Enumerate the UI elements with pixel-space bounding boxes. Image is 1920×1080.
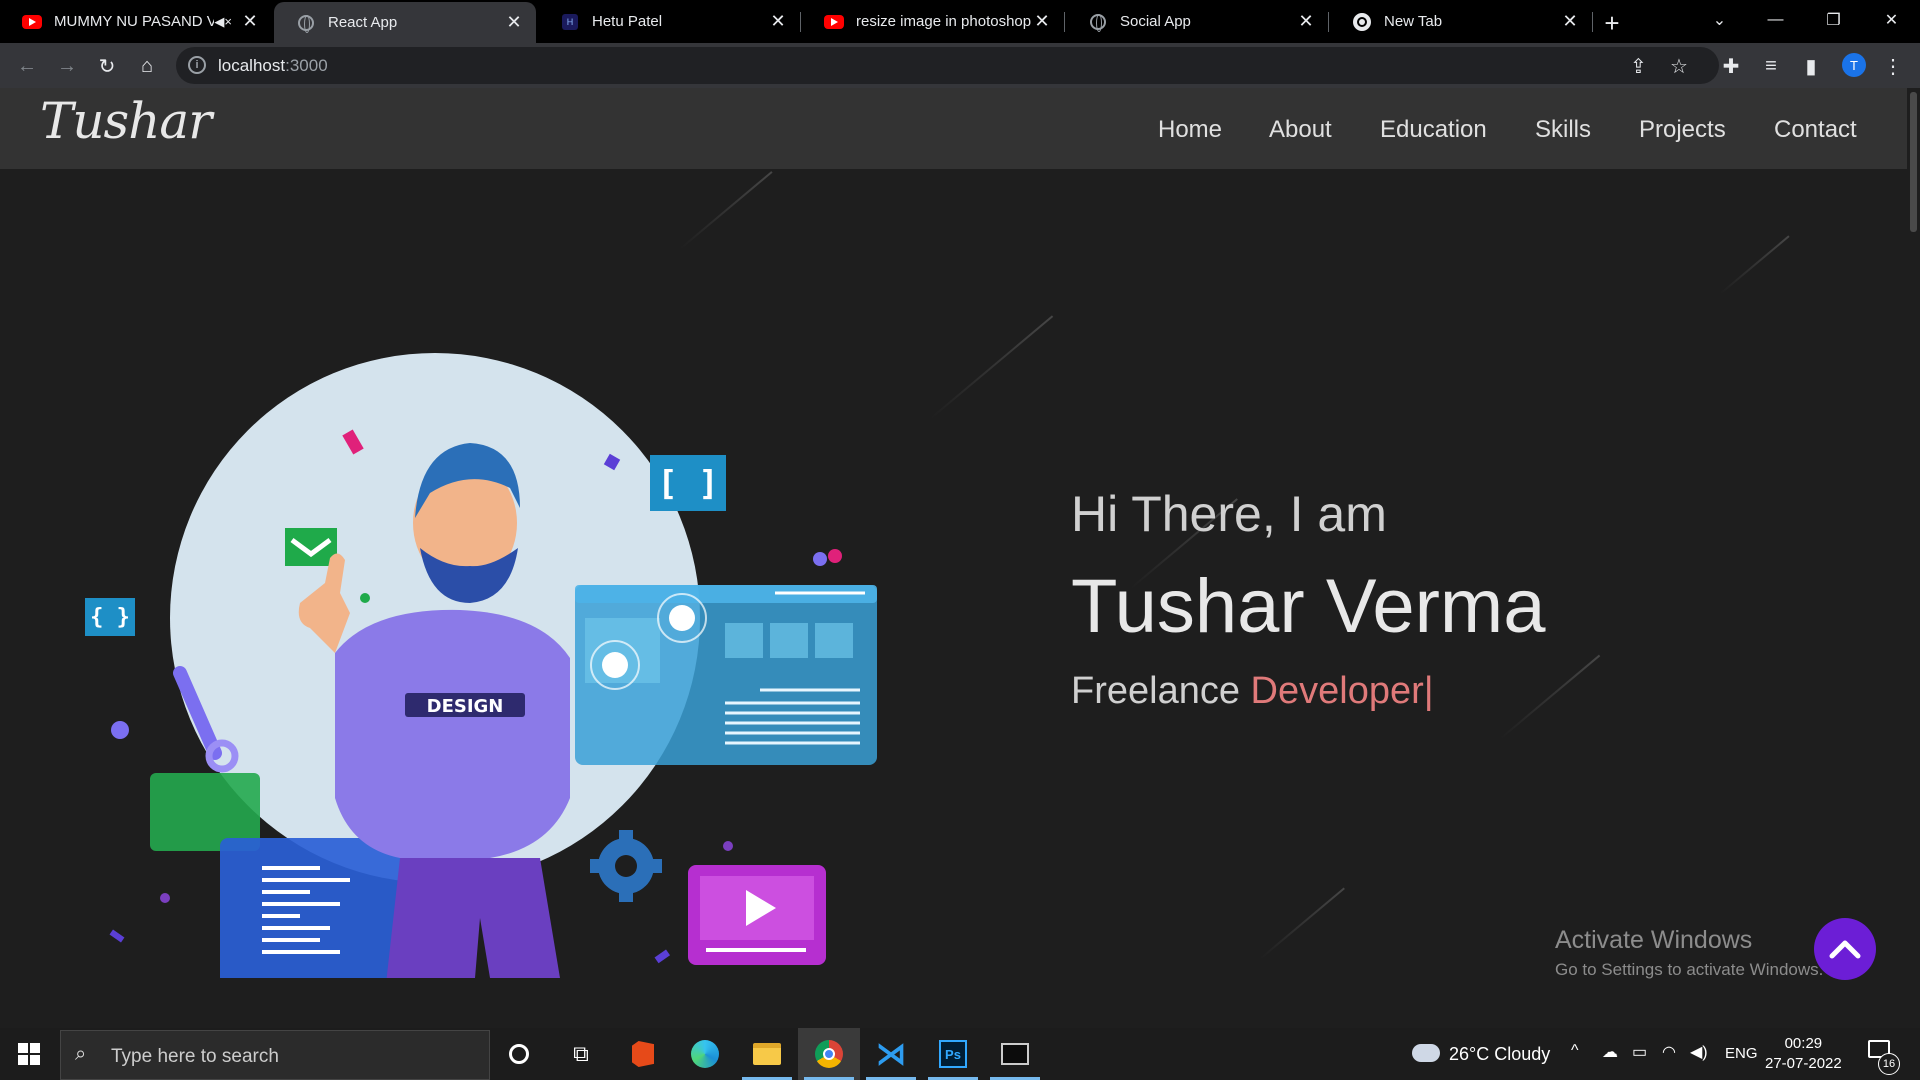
tab-hetu-patel[interactable]: H Hetu Patel ✕ (538, 0, 800, 43)
notification-count-badge: 16 (1878, 1053, 1900, 1075)
weather-cloud-icon[interactable] (1412, 1044, 1440, 1062)
volume-icon[interactable]: ◀) (1690, 1042, 1708, 1062)
svg-text:{ }: { } (90, 605, 130, 630)
system-clock[interactable]: 00:29 27-07-2022 (1765, 1034, 1842, 1074)
clock-date: 27-07-2022 (1765, 1055, 1842, 1072)
profile-avatar[interactable]: T (1842, 53, 1866, 77)
tab-title: MUMMY NU PASAND V (54, 13, 215, 30)
windows-start-button[interactable] (18, 1043, 40, 1065)
nav-about[interactable]: About (1269, 116, 1332, 144)
muted-speaker-icon[interactable]: ◀× (214, 14, 232, 30)
weather-text[interactable]: 26°C Cloudy (1449, 1044, 1550, 1065)
tab-title: React App (328, 14, 398, 31)
wifi-icon[interactable]: ◠ (1662, 1042, 1676, 1062)
home-button[interactable]: ⌂ (132, 51, 162, 81)
close-window-button[interactable]: ✕ (1864, 0, 1919, 40)
svg-text:[ ]: [ ] (657, 464, 718, 504)
youtube-icon (22, 12, 42, 32)
restore-button[interactable]: ❐ (1806, 0, 1861, 40)
back-button[interactable]: ← (12, 51, 42, 81)
hero-greeting: Hi There, I am (1071, 486, 1387, 542)
address-bar[interactable]: i localhost:3000 ⇪ ☆ (176, 47, 1719, 84)
youtube-icon (824, 12, 844, 32)
file-explorer-icon[interactable] (736, 1028, 798, 1080)
side-panel-icon[interactable]: ▮ (1796, 51, 1826, 81)
extensions-icon[interactable]: ✚ (1716, 51, 1746, 81)
new-tab-button[interactable]: + (1598, 8, 1626, 39)
illustration-label: DESIGN (427, 696, 504, 717)
site-info-icon[interactable]: i (188, 56, 206, 74)
activate-windows-subtitle: Go to Settings to activate Windows. (1555, 960, 1824, 979)
tab-title: Hetu Patel (592, 13, 663, 30)
nav-projects[interactable]: Projects (1639, 116, 1726, 144)
tab-strip: MUMMY NU PASAND V ◀× ✕ React App ✕ H Het… (0, 0, 1920, 43)
office-icon[interactable] (612, 1028, 674, 1080)
hero-name: Tushar Verma (1071, 564, 1546, 649)
tab-title: New Tab (1384, 13, 1443, 30)
terminal-icon[interactable] (984, 1028, 1046, 1080)
tab-social-app[interactable]: Social App ✕ (1066, 0, 1328, 43)
show-hidden-icons-chevron-icon[interactable]: ^ (1571, 1042, 1579, 1060)
browser-toolbar: ← → ↻ ⌂ i localhost:3000 ⇪ ☆ ✚ ≡ ▮ T ⋮ (0, 43, 1920, 88)
edge-icon[interactable] (674, 1028, 736, 1080)
scroll-to-top-button[interactable] (1814, 918, 1876, 980)
bookmark-star-icon[interactable]: ☆ (1670, 54, 1688, 79)
battery-icon[interactable]: ▭ (1632, 1042, 1647, 1062)
tab-title: Social App (1120, 13, 1191, 30)
share-icon[interactable]: ⇪ (1630, 54, 1647, 79)
close-tab-icon[interactable]: ✕ (1032, 11, 1052, 32)
role-prefix: Freelance (1071, 670, 1251, 712)
nav-contact[interactable]: Contact (1774, 116, 1857, 144)
role-typed-word: Developer| (1250, 670, 1434, 712)
activate-windows-title: Activate Windows (1555, 926, 1753, 954)
task-view-icon[interactable]: ⧉ (550, 1028, 612, 1080)
tab-youtube-mummy[interactable]: MUMMY NU PASAND V ◀× ✕ (0, 0, 272, 43)
site-logo[interactable]: Tushar (40, 92, 212, 150)
nav-home[interactable]: Home (1158, 116, 1222, 144)
tab-resize-image[interactable]: resize image in photoshop ✕ (802, 0, 1064, 43)
page-scrollbar[interactable] (1907, 88, 1920, 1028)
nav-education[interactable]: Education (1380, 116, 1487, 144)
close-tab-icon[interactable]: ✕ (768, 11, 788, 32)
site-icon: H (560, 12, 580, 32)
hero-role: Freelance Developer| (1071, 670, 1434, 713)
globe-icon (296, 13, 316, 33)
media-queue-icon[interactable]: ≡ (1756, 51, 1786, 81)
url-text[interactable]: localhost:3000 (218, 56, 328, 76)
nav-skills[interactable]: Skills (1535, 116, 1591, 144)
windows-taskbar: ⌕ Type here to search ⧉ ⋊ Ps 26°C Cloudy… (0, 1028, 1920, 1080)
vscode-icon[interactable]: ⋊ (860, 1028, 922, 1080)
close-tab-icon[interactable]: ✕ (1296, 11, 1316, 32)
page-content: Tushar Home About Education Skills Proje… (0, 88, 1920, 1028)
forward-button[interactable]: → (52, 51, 82, 81)
taskbar-search[interactable]: ⌕ Type here to search (60, 1030, 490, 1080)
minimize-button[interactable]: — (1748, 0, 1803, 40)
reload-button[interactable]: ↻ (92, 51, 122, 81)
search-placeholder: Type here to search (111, 1046, 279, 1067)
cortana-icon[interactable] (488, 1028, 550, 1080)
tab-search-chevron-icon[interactable]: ⌄ (1692, 0, 1747, 40)
tab-new-tab[interactable]: New Tab ✕ (1330, 0, 1592, 43)
close-tab-icon[interactable]: ✕ (504, 12, 524, 33)
chrome-taskbar-icon[interactable] (798, 1028, 860, 1080)
tab-title: resize image in photoshop (856, 13, 1032, 30)
globe-icon (1088, 12, 1108, 32)
onedrive-icon[interactable]: ☁ (1602, 1042, 1618, 1062)
close-tab-icon[interactable]: ✕ (1560, 11, 1580, 32)
close-tab-icon[interactable]: ✕ (240, 11, 260, 32)
menu-kebab-icon[interactable]: ⋮ (1878, 51, 1908, 81)
photoshop-icon[interactable]: Ps (922, 1028, 984, 1080)
chevron-up-icon (1829, 940, 1861, 959)
hero-illustration: [ ] { } DESIGN (85, 353, 877, 978)
site-navbar: Tushar Home About Education Skills Proje… (0, 88, 1907, 169)
clock-time: 00:29 (1784, 1035, 1823, 1052)
search-icon: ⌕ (75, 1043, 87, 1065)
language-indicator[interactable]: ENG (1725, 1045, 1758, 1062)
tab-react-app[interactable]: React App ✕ (274, 2, 536, 43)
chrome-icon (1352, 12, 1372, 32)
